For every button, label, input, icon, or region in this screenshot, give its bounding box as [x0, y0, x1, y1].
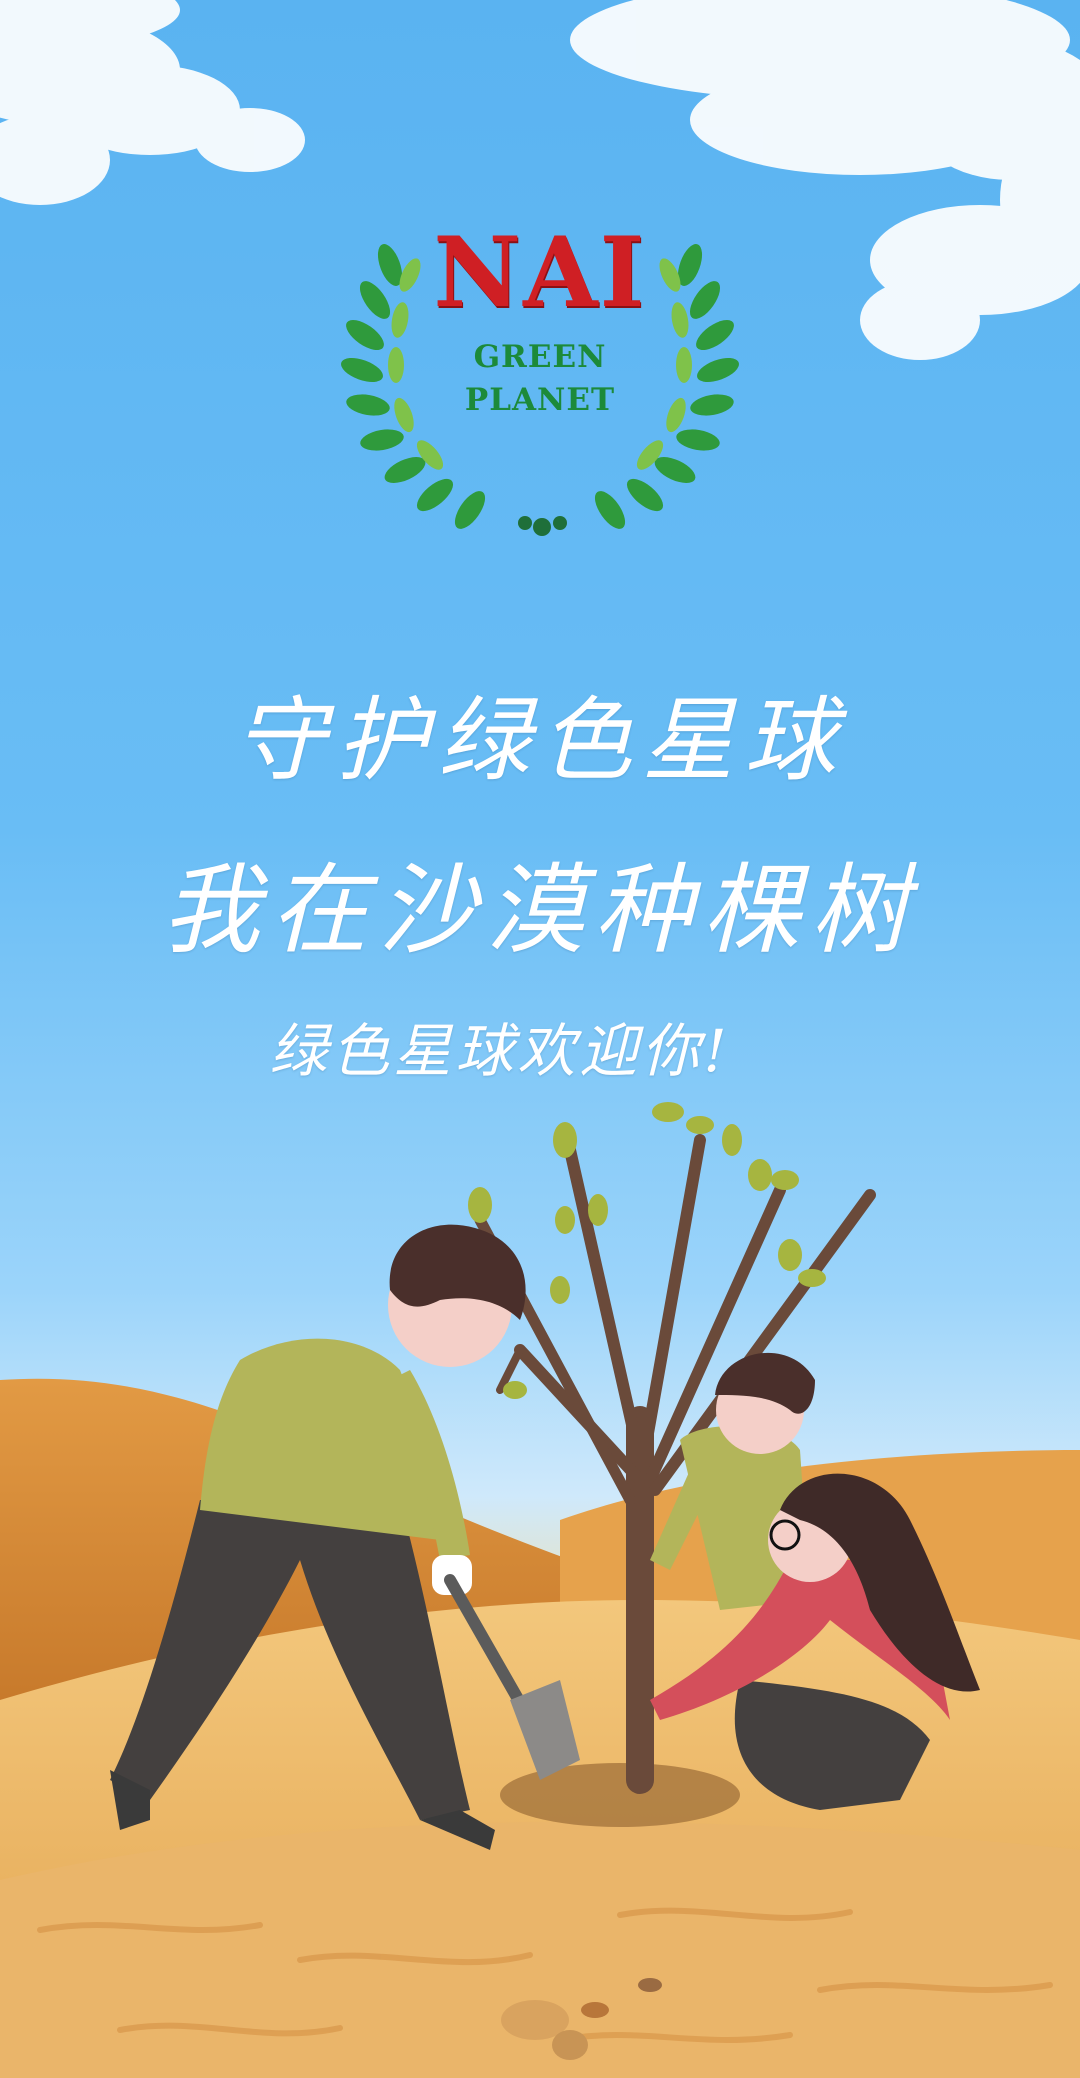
cloud-top-left: [0, 0, 305, 205]
slogan-line-3: 绿色星球欢迎你!: [269, 1017, 731, 1085]
soil-mound: [500, 1763, 740, 1827]
logo-subtitle-line1: GREEN: [473, 339, 607, 375]
nai-green-planet-logo: NAI GREEN PLANET: [330, 205, 750, 545]
poster-screen: NAI GREEN PLANET 守护绿色星球 我在沙漠种棵树 绿色星球欢迎你!: [0, 0, 1080, 2078]
logo-subtitle-line2: PLANET: [464, 382, 616, 418]
slogan-line-1: 守护绿色星球: [233, 687, 846, 794]
slogan-line-2: 我在沙漠种棵树: [161, 854, 918, 968]
logo-brand-text: NAI: [433, 216, 647, 329]
